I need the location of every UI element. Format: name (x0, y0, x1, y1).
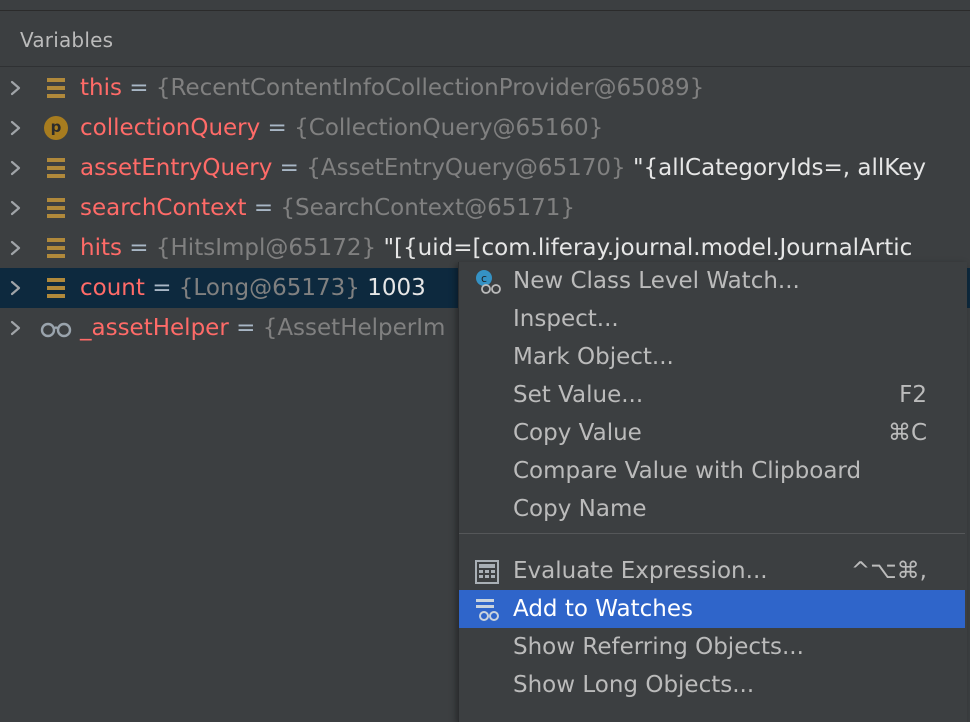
variable-row[interactable]: p collectionQuery = {CollectionQuery@6516… (0, 108, 970, 148)
menu-item-label: Add to Watches (513, 596, 693, 622)
menu-item-shortcut: ^⌥⌘, (850, 558, 927, 584)
variable-type: {SearchContext@65171} (280, 195, 575, 221)
variable-value: "{allCategoryIds=, allKey (625, 155, 926, 181)
equals-sign: = (228, 315, 263, 341)
expand-chevron-icon[interactable] (9, 80, 23, 96)
menu-item-new-class-level-watch[interactable]: c New Class Level Watch... (459, 262, 965, 300)
menu-item-label: Copy Name (513, 496, 647, 522)
equals-sign: = (272, 155, 307, 181)
variable-text: hits = {HitsImpl@65172} "[{uid=[com.life… (80, 234, 912, 262)
variable-name: searchContext (80, 195, 247, 221)
variable-value: 1003 (359, 275, 426, 301)
menu-item-compare-value-with-clipboard[interactable]: Compare Value with Clipboard (459, 452, 965, 490)
expand-chevron-icon[interactable] (9, 280, 23, 296)
menu-item-label: Compare Value with Clipboard (513, 458, 862, 484)
equals-sign: = (121, 235, 156, 261)
watch-icon (40, 316, 74, 340)
expand-chevron-icon[interactable] (9, 320, 23, 336)
parameter-icon: p (44, 116, 68, 140)
menu-item-label: Copy Value (513, 420, 642, 446)
menu-item-shortcut: F2 (899, 382, 927, 408)
menu-item-inspect[interactable]: Inspect... (459, 300, 965, 338)
field-icon (44, 156, 68, 180)
variable-type: {RecentContentInfoCollectionProvider@650… (155, 75, 705, 101)
variable-row[interactable]: this = {RecentContentInfoCollectionProvi… (0, 68, 970, 108)
expand-chevron-icon[interactable] (9, 200, 23, 216)
variable-name: collectionQuery (80, 115, 261, 141)
menu-item-label: Show Referring Objects... (513, 634, 804, 660)
field-icon (44, 196, 68, 220)
context-menu: c New Class Level Watch... Inspect... Mark … (458, 262, 967, 722)
menu-item-label: Evaluate Expression... (513, 558, 768, 584)
menu-separator (459, 533, 965, 534)
equals-sign: = (260, 115, 295, 141)
variable-row[interactable]: searchContext = {SearchContext@65171} (0, 188, 970, 228)
variable-name: assetEntryQuery (80, 155, 273, 181)
variable-text: count = {Long@65173} 1003 (80, 274, 426, 302)
menu-item-label: Inspect... (513, 306, 619, 332)
variable-type: {AssetEntryQuery@65170} (306, 155, 626, 181)
menu-item-shortcut: ⌘C (887, 420, 927, 446)
menu-item-copy-name[interactable]: Copy Name (459, 490, 965, 528)
menu-item-label: New Class Level Watch... (513, 268, 800, 294)
menu-item-show-referring-objects[interactable]: Show Referring Objects... (459, 628, 965, 666)
variable-row[interactable]: assetEntryQuery = {AssetEntryQuery@65170… (0, 148, 970, 188)
variable-text: collectionQuery = {CollectionQuery@65160… (80, 114, 603, 142)
variable-type: {CollectionQuery@65160} (294, 115, 604, 141)
equals-sign: = (121, 75, 156, 101)
menu-item-show-long-objects[interactable]: Show Long Objects... (459, 666, 965, 704)
expand-chevron-icon[interactable] (9, 160, 23, 176)
menu-item-label: Mark Object... (513, 344, 674, 370)
menu-item-mark-object[interactable]: Mark Object... (459, 338, 965, 376)
calculator-icon (473, 559, 501, 585)
menu-item-set-value[interactable]: Set Value... F2 (459, 376, 965, 414)
menu-item-copy-value[interactable]: Copy Value ⌘C (459, 414, 965, 452)
menu-item-label: Set Value... (513, 382, 644, 408)
menu-item-evaluate-expression[interactable]: Evaluate Expression... ^⌥⌘, (459, 552, 965, 590)
variable-value: "[{uid=[com.liferay.journal.model.Journa… (376, 235, 913, 261)
field-icon (44, 236, 68, 260)
variables-panel-header: Variables (0, 11, 970, 67)
svg-text:c: c (481, 272, 487, 285)
variable-name: hits (80, 235, 122, 261)
add-watch-icon (473, 597, 501, 623)
field-icon (44, 276, 68, 300)
equals-sign: = (144, 275, 179, 301)
variable-name: _assetHelper (80, 315, 229, 341)
variable-type: {AssetHelperIm (262, 315, 446, 341)
variable-text: this = {RecentContentInfoCollectionProvi… (80, 74, 704, 102)
variable-type: {Long@65173} (178, 275, 360, 301)
menu-item-add-to-watches[interactable]: Add to Watches (459, 590, 965, 628)
variable-name: count (80, 275, 145, 301)
expand-chevron-icon[interactable] (9, 120, 23, 136)
variable-type: {HitsImpl@65172} (155, 235, 377, 261)
field-icon (44, 76, 68, 100)
top-border (0, 0, 970, 11)
variable-text: assetEntryQuery = {AssetEntryQuery@65170… (80, 154, 926, 182)
variable-text: _assetHelper = {AssetHelperIm (80, 314, 445, 342)
panel-title: Variables (20, 28, 114, 52)
class-watch-icon: c (473, 269, 501, 295)
variable-text: searchContext = {SearchContext@65171} (80, 194, 575, 222)
equals-sign: = (246, 195, 281, 221)
menu-item-label: Show Long Objects... (513, 672, 755, 698)
expand-chevron-icon[interactable] (9, 240, 23, 256)
variable-name: this (80, 75, 122, 101)
